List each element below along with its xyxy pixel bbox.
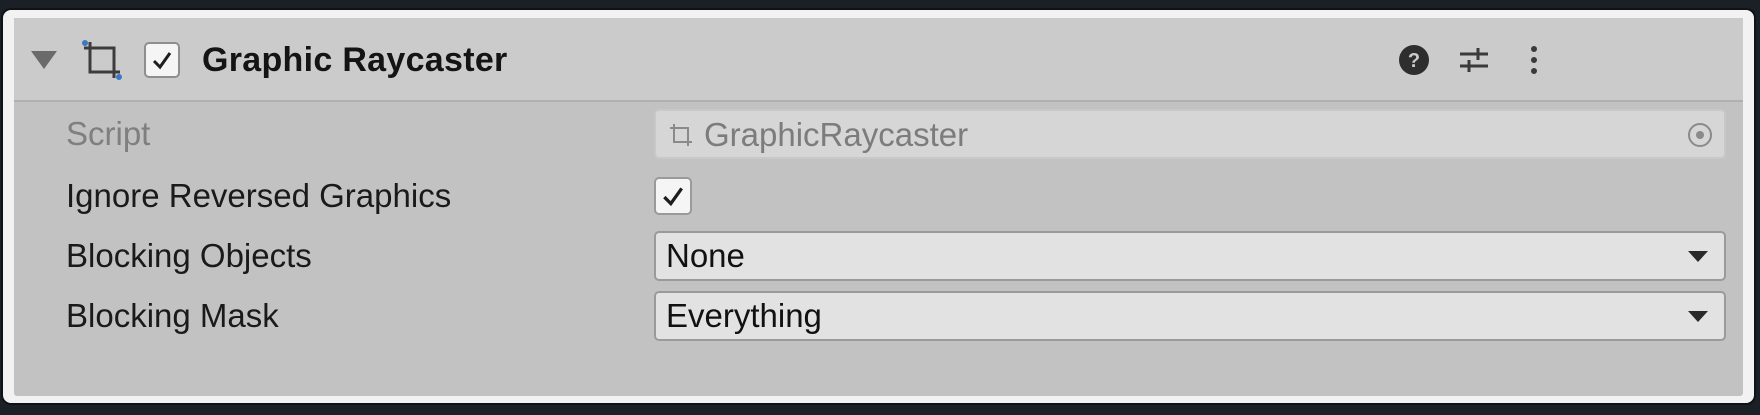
ignore-reversed-graphics-label: Ignore Reversed Graphics: [66, 177, 452, 214]
blocking-objects-label: Blocking Objects: [66, 237, 312, 274]
script-field: GraphicRaycaster: [654, 109, 1726, 159]
property-row-blocking-objects: Blocking Objects None: [14, 228, 1743, 284]
blocking-mask-value: Everything: [666, 297, 822, 334]
presets-icon[interactable]: [1454, 40, 1494, 80]
script-value: GraphicRaycaster: [704, 116, 969, 153]
blocking-mask-dropdown[interactable]: Everything: [654, 291, 1726, 341]
property-row-blocking-mask: Blocking Mask Everything: [14, 288, 1743, 344]
property-row-ignore-reversed-graphics: Ignore Reversed Graphics: [14, 168, 1743, 224]
checkmark-icon: [663, 187, 683, 207]
ignore-reversed-graphics-checkbox[interactable]: [654, 177, 692, 215]
blocking-mask-label: Blocking Mask: [66, 297, 279, 334]
graphic-raycaster-component: Graphic Raycaster ? Script GraphicRaycas…: [14, 18, 1743, 396]
svg-text:?: ?: [1408, 50, 1420, 72]
more-options-icon[interactable]: [1514, 40, 1554, 80]
property-row-script: Script GraphicRaycaster: [14, 106, 1743, 162]
checkmark-icon: [152, 52, 172, 70]
foldout-arrow-icon[interactable]: [31, 51, 57, 69]
script-label: Script: [66, 115, 151, 152]
dropdown-arrow-icon: [1688, 251, 1708, 262]
object-picker-icon[interactable]: [1686, 121, 1714, 149]
blocking-objects-dropdown[interactable]: None: [654, 231, 1726, 281]
script-rect-icon: [670, 124, 692, 146]
inspector-frame: Graphic Raycaster ? Script GraphicRaycas…: [3, 10, 1754, 403]
blocking-objects-value: None: [666, 237, 745, 274]
help-icon[interactable]: ?: [1394, 40, 1434, 80]
component-title: Graphic Raycaster: [202, 41, 508, 79]
component-header[interactable]: Graphic Raycaster ?: [14, 18, 1743, 102]
dropdown-arrow-icon: [1688, 311, 1708, 322]
component-enabled-checkbox[interactable]: [144, 42, 180, 78]
rect-transform-icon: [82, 40, 122, 80]
